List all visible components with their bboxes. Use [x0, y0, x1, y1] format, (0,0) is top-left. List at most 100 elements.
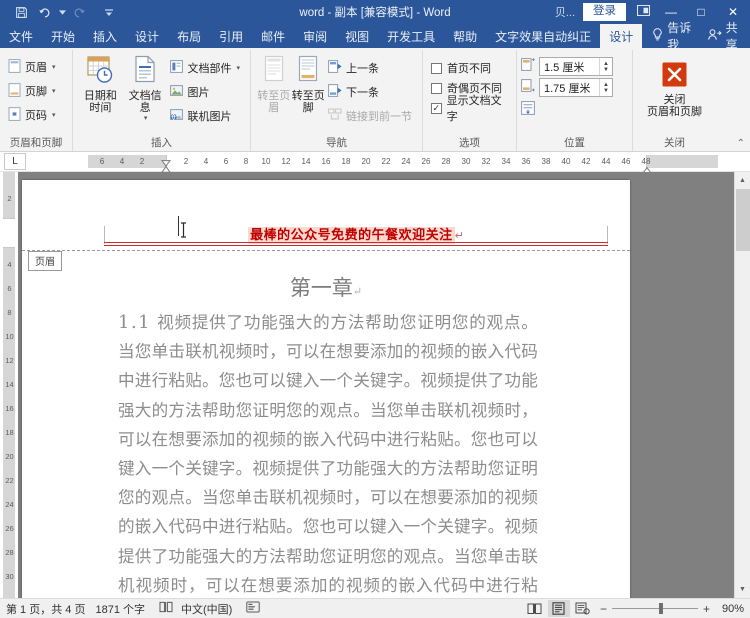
- document-info-button[interactable]: 文档信息 ▾: [124, 53, 167, 123]
- tab-mailings[interactable]: 邮件: [252, 24, 294, 48]
- tab-developer[interactable]: 开发工具: [378, 24, 444, 48]
- insert-footer-button[interactable]: 页脚 ▾: [6, 79, 60, 103]
- zoom-out-button[interactable]: −: [600, 602, 607, 616]
- close-button[interactable]: ✕: [716, 0, 750, 24]
- tell-me-box[interactable]: 告诉我: [642, 24, 701, 48]
- link-to-previous-icon: [328, 108, 342, 124]
- vertical-scrollbar[interactable]: ▲ ▼: [734, 172, 750, 598]
- scrollbar-thumb[interactable]: [736, 189, 750, 251]
- customize-quick-access-toolbar-icon[interactable]: [98, 2, 120, 22]
- goto-footer-button[interactable]: 转至页脚: [292, 53, 326, 115]
- tab-review[interactable]: 审阅: [294, 24, 336, 48]
- scroll-up-arrow[interactable]: ▲: [735, 172, 750, 189]
- horizontal-ruler[interactable]: 6 4 2 2 4 6 8 10 12 14 16 18 20 22 24 26…: [88, 155, 728, 169]
- previous-button[interactable]: 上一条: [326, 56, 416, 80]
- word-count[interactable]: 1871 个字: [95, 601, 155, 617]
- insert-picture-button[interactable]: 图片: [168, 80, 244, 104]
- ribbon-tab-bar: 文件 开始 插入 设计 布局 引用 邮件 审阅 视图 开发工具 帮助 文字效果自…: [0, 24, 750, 48]
- ruler-number: 4: [120, 155, 124, 168]
- insert-page-number-button[interactable]: 页码 ▾: [6, 103, 60, 127]
- vruler-number: 28: [4, 548, 15, 557]
- chevron-down-icon[interactable]: ▾: [52, 111, 56, 119]
- tab-insert[interactable]: 插入: [84, 24, 126, 48]
- vruler-number: 12: [4, 356, 15, 365]
- date-and-time-button[interactable]: 日期和时间: [79, 53, 122, 115]
- spinner-arrows-icon[interactable]: ▲▼: [599, 79, 612, 96]
- header-region[interactable]: 最棒的公众号免费的午餐欢迎关注↵ 页眉: [22, 180, 630, 272]
- different-first-page-checkbox[interactable]: 首页不同: [431, 58, 491, 78]
- page-indicator[interactable]: 第 1 页，共 4 页: [6, 601, 95, 617]
- tab-layout[interactable]: 布局: [168, 24, 210, 48]
- ribbon-group-navigation: 转至页眉 转至页脚 上一条: [250, 50, 422, 151]
- maximize-button[interactable]: □: [686, 0, 716, 24]
- undo-icon[interactable]: [34, 2, 56, 22]
- vruler-number: 14: [4, 380, 15, 389]
- title-bar: word - 副本 [兼容模式] - Word 贝... 登录 — □ ✕: [0, 0, 750, 24]
- quick-access-toolbar: [0, 2, 120, 22]
- ruler-right-margin-band: [647, 155, 718, 168]
- vruler-number: 6: [4, 284, 15, 293]
- tab-file[interactable]: 文件: [0, 24, 42, 48]
- accessibility-icon[interactable]: [242, 601, 264, 616]
- ribbon-display-options-icon[interactable]: [630, 5, 656, 19]
- tab-home[interactable]: 开始: [42, 24, 84, 48]
- show-document-text-checkbox[interactable]: ✓ 显示文档文字: [431, 98, 510, 118]
- chevron-down-icon[interactable]: ▾: [144, 115, 148, 123]
- sign-in-button[interactable]: 登录: [583, 3, 626, 22]
- insert-alignment-tab-button[interactable]: [521, 98, 535, 120]
- language-indicator[interactable]: 中文(中国): [177, 601, 242, 617]
- print-layout-button[interactable]: [548, 600, 570, 617]
- read-mode-button[interactable]: [524, 600, 546, 617]
- chevron-down-icon[interactable]: ▾: [52, 63, 56, 71]
- tab-header-footer-design[interactable]: 设计: [600, 24, 642, 48]
- online-pictures-label: 联机图片: [187, 108, 231, 124]
- zoom-in-button[interactable]: +: [703, 602, 710, 616]
- ribbon-group-title-insert: 插入: [73, 136, 250, 151]
- zoom-level[interactable]: 90%: [716, 603, 744, 615]
- spinner-arrows-icon[interactable]: ▲▼: [599, 58, 612, 75]
- chapter-title-text: 第一章: [290, 276, 353, 300]
- tab-references[interactable]: 引用: [210, 24, 252, 48]
- ruler-number: 42: [582, 155, 591, 168]
- ruler-number: 24: [402, 155, 411, 168]
- ruler-number: 6: [100, 155, 104, 168]
- document-page[interactable]: 最棒的公众号免费的午餐欢迎关注↵ 页眉 第一章 ↵ 1.1 视频提供了功能强大的方…: [22, 180, 630, 598]
- header-from-top-spinner[interactable]: 1.5 厘米 ▲▼: [539, 57, 613, 76]
- tab-design[interactable]: 设计: [126, 24, 168, 48]
- save-icon[interactable]: [10, 2, 32, 22]
- undo-dropdown-icon[interactable]: [58, 2, 66, 22]
- quick-parts-button[interactable]: 文档部件 ▾: [168, 56, 244, 80]
- paragraph-mark: ↵: [455, 230, 464, 242]
- close-header-and-footer-button[interactable]: 关闭 页眉和页脚: [639, 60, 710, 119]
- ruler-number: 34: [502, 155, 511, 168]
- next-button[interactable]: 下一条: [326, 80, 416, 104]
- web-layout-button[interactable]: [572, 600, 594, 617]
- insert-header-button[interactable]: 页眉 ▾: [6, 55, 60, 79]
- header-position-icon: [521, 58, 535, 76]
- tab-stop-selector[interactable]: L: [4, 153, 26, 170]
- tab-help[interactable]: 帮助: [444, 24, 486, 48]
- insert-picture-label: 图片: [187, 84, 209, 100]
- zoom-track[interactable]: [612, 608, 698, 609]
- chevron-down-icon[interactable]: ▾: [236, 64, 240, 72]
- vertical-ruler[interactable]: 2 4 6 8 10 12 14 16 18 20 22 24 26 28 30…: [0, 172, 18, 598]
- share-button[interactable]: 共享: [702, 24, 750, 48]
- account-name[interactable]: 贝...: [551, 4, 579, 20]
- document-canvas[interactable]: 最棒的公众号免费的午餐欢迎关注↵ 页眉 第一章 ↵ 1.1 视频提供了功能强大的方…: [18, 172, 750, 598]
- tab-text-effects-autocorrect[interactable]: 文字效果自动纠正: [486, 24, 600, 48]
- proofing-errors-icon[interactable]: [155, 601, 177, 616]
- redo-icon: [68, 2, 90, 22]
- zoom-slider[interactable]: − +: [600, 602, 710, 616]
- scroll-down-arrow[interactable]: ▼: [735, 581, 750, 598]
- tab-view[interactable]: 视图: [336, 24, 378, 48]
- vruler-number: 4: [4, 260, 15, 269]
- body-paragraph[interactable]: 1.1 视频提供了功能强大的方法帮助您证明您的观点。当您单击联机视频时，可以在想…: [118, 308, 538, 598]
- scrollbar-track[interactable]: [735, 189, 750, 581]
- chevron-down-icon[interactable]: ▾: [52, 87, 56, 95]
- minimize-button[interactable]: —: [656, 0, 686, 24]
- vruler-number: 2: [4, 194, 15, 203]
- collapse-ribbon-icon[interactable]: ⌃: [737, 138, 745, 149]
- zoom-knob[interactable]: [659, 603, 663, 614]
- footer-from-bottom-spinner[interactable]: 1.75 厘米 ▲▼: [539, 78, 613, 97]
- online-pictures-button[interactable]: 联机图片: [168, 104, 244, 128]
